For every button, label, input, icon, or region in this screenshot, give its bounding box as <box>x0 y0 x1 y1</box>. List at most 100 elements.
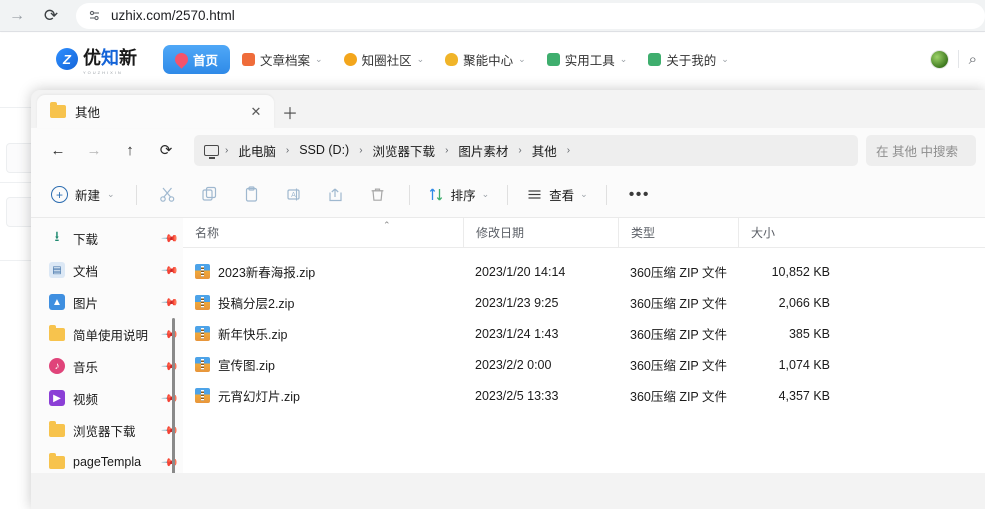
file-date-cell: 2023/1/24 1:43 <box>475 326 559 341</box>
breadcrumb-item-this-pc[interactable]: 此电脑 <box>234 141 280 160</box>
explorer-forward-button[interactable]: → <box>76 135 112 165</box>
new-tab-button[interactable]: ＋ <box>274 95 306 128</box>
file-size-cell: 385 KB <box>788 326 830 341</box>
explorer-up-button[interactable]: ↑ <box>112 135 148 165</box>
breadcrumb-item-other[interactable]: 其他 <box>528 141 561 160</box>
file-size-cell: 4,357 KB <box>778 388 830 403</box>
sidebar-label-downloads: 下载 <box>73 232 99 247</box>
file-name-cell: 宣传图.zip <box>183 355 463 374</box>
column-header-date[interactable]: 修改日期 <box>463 217 618 248</box>
nav-item-articles[interactable]: 文章档案 ⌄ <box>233 45 332 74</box>
site-logo-text: 优知新 <box>83 47 137 68</box>
pin-icon[interactable]: 📌 <box>161 261 180 279</box>
pin-icon[interactable]: 📌 <box>161 325 180 343</box>
breadcrumb-item-image-assets[interactable]: 图片素材 <box>454 141 512 160</box>
table-row[interactable]: 元宵幻灯片.zip 2023/2/5 13:33 360压缩 ZIP 文件 4,… <box>183 380 985 411</box>
sidebar-label-page-template: pageTempla <box>73 455 142 469</box>
zip-file-icon <box>195 326 210 341</box>
close-icon[interactable]: ✕ <box>246 104 266 120</box>
breadcrumb[interactable]: › 此电脑 › SSD (D:) › 浏览器下载 › 图片素材 › 其他 › <box>194 134 858 166</box>
delete-button[interactable] <box>357 180 399 210</box>
browser-forward-button[interactable]: → <box>0 0 34 32</box>
view-button[interactable]: 查看 ⌄ <box>518 180 596 209</box>
sidebar-item-page-template[interactable]: pageTempla 📌 <box>31 446 183 473</box>
sidebar-item-music[interactable]: ♪ 音乐 📌 <box>31 350 183 382</box>
table-row[interactable]: 2023新春海报.zip 2023/1/20 14:14 360压缩 ZIP 文… <box>183 256 985 287</box>
zip-file-icon <box>195 264 210 279</box>
search-input[interactable]: 在 其他 中搜索 <box>866 134 976 166</box>
pin-icon[interactable]: 📌 <box>161 293 180 311</box>
nav-item-community[interactable]: 知圈社区 ⌄ <box>335 45 434 74</box>
table-row[interactable]: 新年快乐.zip 2023/1/24 1:43 360压缩 ZIP 文件 385… <box>183 318 985 349</box>
file-name-cell: 投稿分层2.zip <box>183 293 463 312</box>
pin-icon[interactable]: 📌 <box>161 421 180 439</box>
browser-reload-button[interactable]: ⟳ <box>34 0 68 32</box>
site-logo[interactable]: Z 优知新 YOUZHIXIN <box>56 44 137 75</box>
column-header-name[interactable]: 名称 ⌃ <box>183 218 463 248</box>
rename-button[interactable]: A <box>273 180 315 210</box>
sidebar-item-pictures[interactable]: ▲ 图片 📌 <box>31 286 183 318</box>
sidebar-scrollbar[interactable] <box>172 318 175 473</box>
pin-icon[interactable]: 📌 <box>161 357 180 375</box>
toolbar-divider <box>605 184 607 205</box>
sidebar-item-simple-guide[interactable]: 简单使用说明 📌 <box>31 318 183 350</box>
file-date-cell: 2023/2/2 0:00 <box>475 357 552 372</box>
column-label-date: 修改日期 <box>476 226 525 240</box>
zip-file-icon <box>195 388 210 403</box>
folder-icon <box>49 420 65 437</box>
file-list-header: 名称 ⌃ 修改日期 类型 大小 <box>183 217 985 248</box>
nav-item-tools[interactable]: 实用工具 ⌄ <box>538 45 637 74</box>
share-button[interactable] <box>315 180 357 210</box>
nav-item-home[interactable]: 首页 <box>163 44 231 74</box>
nav-item-hub[interactable]: 聚能中心 ⌄ <box>436 45 535 74</box>
cut-button[interactable] <box>147 180 189 210</box>
file-type-cell: 360压缩 ZIP 文件 <box>630 328 728 342</box>
table-row[interactable]: 宣传图.zip 2023/2/2 0:00 360压缩 ZIP 文件 1,074… <box>183 349 985 380</box>
breadcrumb-separator: › <box>285 144 290 156</box>
file-name-text: 新年快乐.zip <box>218 328 288 342</box>
community-icon <box>343 52 357 66</box>
explorer-toolbar: + 新建 ⌄ A 排序 ⌄ 查看 ⌄ ••• <box>31 172 985 218</box>
table-row[interactable]: 投稿分层2.zip 2023/1/23 9:25 360压缩 ZIP 文件 2,… <box>183 287 985 318</box>
column-header-type[interactable]: 类型 <box>618 217 738 248</box>
sidebar-item-videos[interactable]: ▶ 视频 📌 <box>31 382 183 414</box>
sidebar-label-pictures: 图片 <box>73 296 99 311</box>
column-label-type: 类型 <box>631 226 656 240</box>
more-options-button[interactable]: ••• <box>617 186 662 204</box>
file-type-cell: 360压缩 ZIP 文件 <box>630 297 728 311</box>
search-icon[interactable]: ⌕ <box>969 51 977 68</box>
sort-button[interactable]: 排序 ⌄ <box>420 180 498 209</box>
sidebar-item-browser-downloads[interactable]: 浏览器下载 📌 <box>31 414 183 446</box>
file-date-cell: 2023/1/23 9:25 <box>475 295 559 310</box>
this-pc-icon[interactable] <box>204 144 219 159</box>
column-header-size[interactable]: 大小 <box>738 217 848 248</box>
pictures-icon: ▲ <box>49 294 65 310</box>
pin-icon[interactable]: 📌 <box>161 229 180 247</box>
browser-url-text: uzhix.com/2570.html <box>111 8 235 23</box>
new-button-label: 新建 <box>75 189 101 203</box>
explorer-back-button[interactable]: ← <box>40 135 76 165</box>
file-size-cell: 10,852 KB <box>771 264 830 279</box>
search-placeholder: 在 其他 中搜索 <box>876 144 958 159</box>
nav-label-community: 知圈社区 <box>361 53 412 68</box>
pin-icon[interactable]: 📌 <box>161 389 180 407</box>
explorer-tab-title: 其他 <box>75 106 101 120</box>
breadcrumb-item-ssd-d[interactable]: SSD (D:) <box>295 143 353 157</box>
paste-button[interactable] <box>231 180 273 210</box>
sidebar-item-downloads[interactable]: ⭳ 下载 📌 <box>31 222 183 254</box>
explorer-refresh-button[interactable]: ⟳ <box>148 135 184 165</box>
file-name-text: 宣传图.zip <box>218 359 275 373</box>
site-settings-icon[interactable] <box>88 9 101 22</box>
sidebar-item-documents[interactable]: ▤ 文档 📌 <box>31 254 183 286</box>
logo-mark-icon: Z <box>56 48 78 70</box>
file-type-cell: 360压缩 ZIP 文件 <box>630 390 728 404</box>
pin-icon[interactable]: 📌 <box>161 453 180 471</box>
copy-button[interactable] <box>189 180 231 210</box>
avatar[interactable] <box>930 50 948 68</box>
new-button[interactable]: + 新建 ⌄ <box>43 179 126 210</box>
tools-icon <box>546 52 560 66</box>
nav-item-about[interactable]: 关于我的 ⌄ <box>639 45 738 74</box>
browser-address-bar[interactable]: uzhix.com/2570.html <box>76 2 985 29</box>
explorer-tab-other[interactable]: 其他 ✕ <box>37 95 274 128</box>
breadcrumb-item-browser-downloads[interactable]: 浏览器下载 <box>369 141 440 160</box>
